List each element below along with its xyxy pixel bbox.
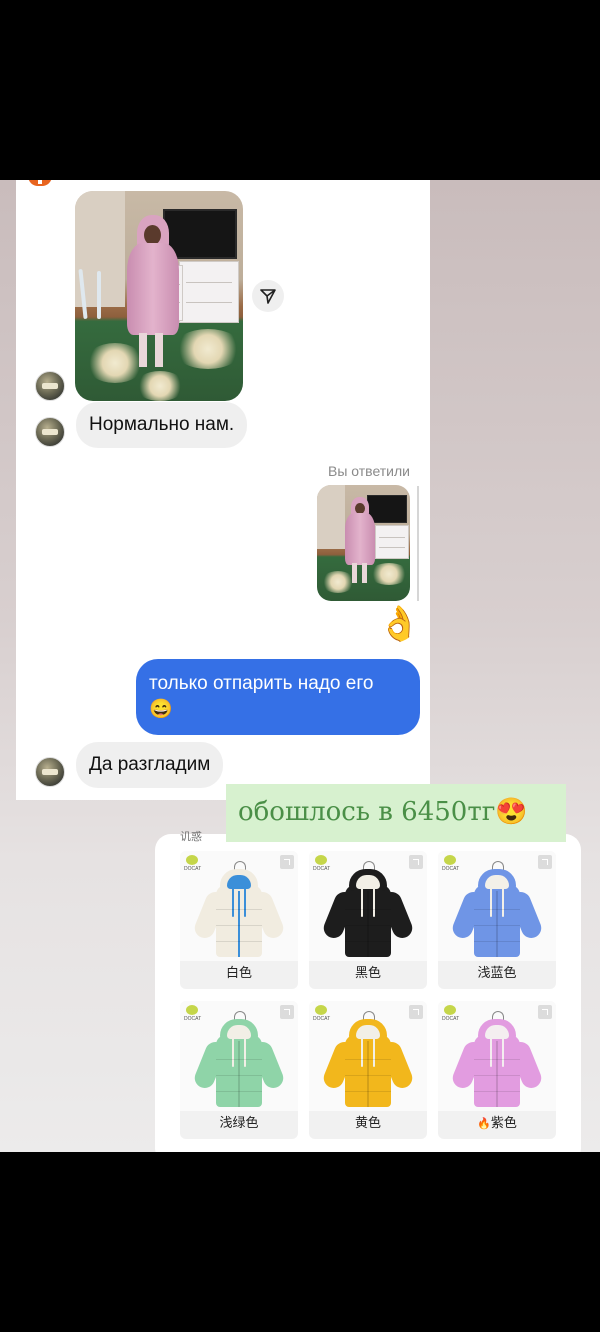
variant-label: 浅绿色 xyxy=(180,1113,298,1133)
sender-avatar[interactable] xyxy=(35,371,65,401)
paper-plane-icon xyxy=(260,289,276,304)
replied-label: Вы ответили xyxy=(327,463,410,479)
jacket-image: DOCAT xyxy=(180,1001,298,1111)
variant-tile[interactable]: DOCAT 白色 xyxy=(180,851,298,989)
variant-tile[interactable]: DOCAT 黄色 xyxy=(309,1001,427,1139)
variant-tile[interactable]: DOCAT 浅蓝色 xyxy=(438,851,556,989)
variant-label: 浅蓝色 xyxy=(438,963,556,983)
story-canvas: Нормально нам. Вы ответили 👌 только отпа… xyxy=(0,180,600,1152)
variant-label: 黄色 xyxy=(309,1113,427,1133)
jacket-illustration xyxy=(320,1011,416,1109)
jacket-illustration xyxy=(449,861,545,959)
variant-label-text: 黑色 xyxy=(354,965,381,980)
chat-screenshot: Нормально нам. Вы ответили 👌 только отпа… xyxy=(16,180,430,800)
jacket-image: DOCAT xyxy=(438,851,556,961)
fire-icon: 🔥 xyxy=(477,1118,491,1130)
jacket-illustration xyxy=(191,861,287,959)
sender-avatar[interactable] xyxy=(35,417,65,447)
shared-photo-1[interactable] xyxy=(75,191,243,401)
child-figure xyxy=(119,215,189,385)
jacket-image: DOCAT xyxy=(309,1001,427,1111)
variant-label: 🔥紫色 xyxy=(438,1113,556,1134)
sent-message-text: только отпарить надо его xyxy=(149,673,374,694)
variant-label-text: 黄色 xyxy=(354,1115,381,1130)
sent-message[interactable]: только отпарить надо его 😄 xyxy=(136,659,420,735)
share-button[interactable] xyxy=(252,280,284,312)
story-caption: обошлось в 6450тг😍 xyxy=(226,784,566,842)
variant-tile[interactable]: DOCAT 浅绿色 xyxy=(180,1001,298,1139)
jacket-image: DOCAT xyxy=(309,851,427,961)
jacket-illustration xyxy=(449,1011,545,1109)
variant-tile[interactable]: DOCAT 🔥紫色 xyxy=(438,1001,556,1139)
received-message[interactable]: Да разгладим xyxy=(76,742,224,788)
received-message[interactable]: Нормально нам. xyxy=(76,402,248,448)
variant-label-text: 浅绿色 xyxy=(219,1115,259,1130)
jacket-image: DOCAT xyxy=(180,851,298,961)
product-header-peek: 讥惑 xyxy=(180,831,202,843)
variant-label: 黑色 xyxy=(309,963,427,983)
ok-hand-emoji[interactable]: 👌 xyxy=(378,604,420,644)
jacket-image: DOCAT xyxy=(438,1001,556,1111)
caption-text: обошлось в 6450тг xyxy=(238,797,496,827)
sent-message-emoji: 😄 xyxy=(149,699,173,720)
variant-label-text: 白色 xyxy=(225,965,252,980)
variant-label: 白色 xyxy=(180,963,298,983)
jacket-illustration xyxy=(191,1011,287,1109)
sender-avatar[interactable] xyxy=(35,757,65,787)
partial-avatar xyxy=(28,180,52,186)
reply-quote-bar xyxy=(417,486,419,601)
heart-eyes-emoji: 😍 xyxy=(495,797,528,827)
jacket-illustration xyxy=(320,861,416,959)
variant-label-text: 紫色 xyxy=(490,1115,517,1130)
variant-tile[interactable]: DOCAT 黑色 xyxy=(309,851,427,989)
product-variants-card: 讥惑 DOCAT 白色 DOCAT 黑色 DOCAT 浅蓝色 DOCAT 浅绿色 DOCAT 黄色… xyxy=(155,831,581,1152)
variant-label-text: 浅蓝色 xyxy=(477,965,517,980)
replied-photo-thumbnail[interactable] xyxy=(317,485,410,601)
